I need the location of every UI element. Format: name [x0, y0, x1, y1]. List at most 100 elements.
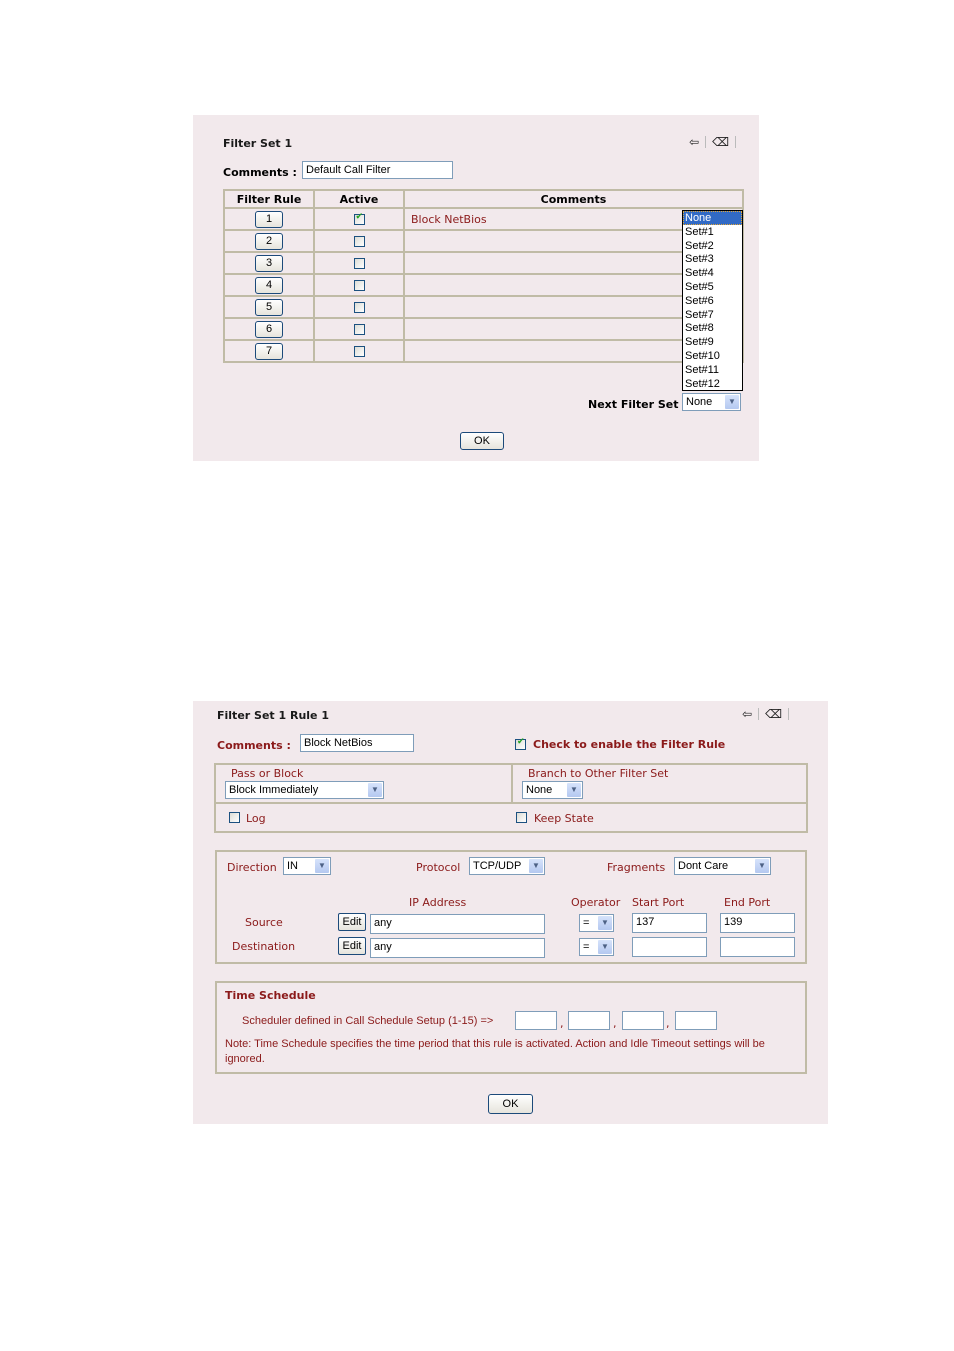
rule-cell: 1: [223, 207, 315, 231]
comments-input[interactable]: Block NetBios: [300, 734, 414, 752]
schedule-slot-1[interactable]: [515, 1011, 557, 1030]
rule-cell: 4: [223, 273, 315, 297]
pass-or-block-select[interactable]: Block Immediately ▼: [225, 781, 384, 799]
rule-button[interactable]: 5: [255, 298, 283, 316]
chevron-down-icon[interactable]: ▼: [725, 395, 739, 409]
next-filter-set-dropdown-list[interactable]: None Set#1 Set#2 Set#3 Set#4 Set#5 Set#6 Set#7 S…: [682, 210, 743, 392]
pass-or-block-label: Pass or Block: [231, 767, 304, 780]
destination-label: Destination: [232, 940, 296, 953]
time-schedule-note: Note: Time Schedule specifies the time p…: [225, 1038, 765, 1065]
rule-button[interactable]: 3: [255, 254, 283, 272]
active-checkbox[interactable]: [353, 212, 365, 225]
dropdown-option[interactable]: Set#5: [683, 280, 742, 294]
table-row: 3: [223, 251, 744, 275]
eraser-icon[interactable]: ⌫: [765, 708, 782, 720]
source-end-port-input[interactable]: 139: [720, 913, 795, 933]
next-filter-set-select[interactable]: None ▼: [682, 393, 741, 411]
active-checkbox[interactable]: [353, 346, 365, 357]
fragments-select[interactable]: Dont Care ▼: [674, 857, 771, 875]
dropdown-option[interactable]: Set#7: [683, 308, 742, 322]
dropdown-option[interactable]: Set#1: [683, 225, 742, 239]
schedule-slot-3[interactable]: [622, 1011, 664, 1030]
rule-button[interactable]: 1: [255, 210, 283, 228]
active-checkbox[interactable]: [353, 236, 365, 247]
chevron-down-icon[interactable]: ▼: [567, 783, 581, 797]
comments-input[interactable]: Default Call Filter: [302, 161, 453, 179]
rule-button[interactable]: 4: [255, 276, 283, 294]
chevron-down-icon[interactable]: ▼: [368, 783, 382, 797]
filter-rule-panel: Filter Set 1 Rule 1 ⇦ ⌫ Comments : Block…: [193, 701, 828, 1124]
dropdown-option[interactable]: Set#2: [683, 239, 742, 253]
active-checkbox[interactable]: [353, 280, 365, 291]
chevron-down-icon[interactable]: ▼: [598, 940, 612, 954]
branch-label: Branch to Other Filter Set: [528, 767, 669, 780]
dropdown-option[interactable]: Set#10: [683, 349, 742, 363]
source-start-port-input[interactable]: 137: [632, 913, 707, 933]
active-checkbox[interactable]: [353, 258, 365, 269]
ok-button[interactable]: OK: [488, 1094, 533, 1114]
direction-select[interactable]: IN ▼: [283, 857, 331, 875]
scheduler-label: Scheduler defined in Call Schedule Setup…: [242, 1015, 494, 1027]
enable-rule-checkbox[interactable]: [515, 737, 526, 750]
dropdown-option[interactable]: Set#9: [683, 335, 742, 349]
comma: ,: [613, 1017, 617, 1030]
header-filter-rule: Filter Rule: [223, 189, 315, 209]
dropdown-option[interactable]: Set#6: [683, 294, 742, 308]
ok-button[interactable]: OK: [460, 432, 504, 450]
start-port-header: Start Port: [632, 896, 685, 909]
keep-state-checkbox[interactable]: [516, 812, 527, 823]
chevron-down-icon[interactable]: ▼: [755, 859, 769, 873]
dropdown-option[interactable]: Set#8: [683, 321, 742, 335]
rule-button[interactable]: 6: [255, 320, 283, 338]
next-filter-set-label: Next Filter Set: [588, 398, 679, 411]
table-row: 1Block NetBios: [223, 207, 744, 231]
schedule-slot-4[interactable]: [675, 1011, 717, 1030]
destination-edit-button[interactable]: Edit: [338, 937, 366, 955]
source-label: Source: [245, 916, 283, 929]
chevron-down-icon[interactable]: ▼: [598, 916, 612, 930]
eraser-icon[interactable]: ⌫: [712, 136, 729, 148]
active-cell: [313, 317, 405, 341]
destination-operator-select[interactable]: = ▼: [579, 938, 614, 956]
active-cell: [313, 207, 405, 231]
active-checkbox[interactable]: [353, 324, 365, 335]
back-arrow-icon[interactable]: ⇦: [689, 136, 699, 148]
table-row: 7: [223, 339, 744, 363]
schedule-slot-2[interactable]: [568, 1011, 610, 1030]
dropdown-option[interactable]: Set#3: [683, 252, 742, 266]
destination-operator-value: =: [583, 941, 590, 953]
fragments-value: Dont Care: [678, 860, 729, 872]
branch-select[interactable]: None ▼: [522, 781, 583, 799]
active-checkbox[interactable]: [353, 302, 365, 313]
rule-button[interactable]: 2: [255, 232, 283, 250]
active-cell: [313, 295, 405, 319]
header-active: Active: [313, 189, 405, 209]
source-operator-select[interactable]: = ▼: [579, 914, 614, 932]
ip-address-header: IP Address: [409, 896, 467, 909]
log-checkbox[interactable]: [229, 812, 240, 823]
destination-ip-input[interactable]: any: [370, 938, 545, 958]
dropdown-option[interactable]: Set#4: [683, 266, 742, 280]
protocol-select[interactable]: TCP/UDP ▼: [469, 857, 545, 875]
back-arrow-icon[interactable]: ⇦: [742, 708, 752, 720]
operator-header: Operator: [571, 896, 621, 909]
toolbar-icons: ⇦ ⌫: [689, 136, 737, 148]
chevron-down-icon[interactable]: ▼: [529, 859, 543, 873]
comma: ,: [666, 1017, 670, 1030]
dropdown-option[interactable]: None: [683, 211, 742, 225]
source-edit-button[interactable]: Edit: [338, 913, 366, 931]
divider: [788, 708, 790, 720]
destination-end-port-input[interactable]: [720, 937, 795, 957]
source-ip-input[interactable]: any: [370, 914, 545, 934]
dropdown-option[interactable]: Set#11: [683, 363, 742, 377]
comments-label: Comments :: [223, 166, 297, 179]
filter-rules-table: Filter Rule Active Comments 1Block NetBi…: [223, 189, 744, 363]
time-schedule-title: Time Schedule: [225, 989, 316, 1002]
rule-cell: 5: [223, 295, 315, 319]
rule-button[interactable]: 7: [255, 342, 283, 360]
fragments-label: Fragments: [607, 861, 666, 874]
dropdown-option[interactable]: Set#12: [683, 377, 742, 391]
log-label: Log: [246, 812, 266, 825]
chevron-down-icon[interactable]: ▼: [315, 859, 329, 873]
destination-start-port-input[interactable]: [632, 937, 707, 957]
